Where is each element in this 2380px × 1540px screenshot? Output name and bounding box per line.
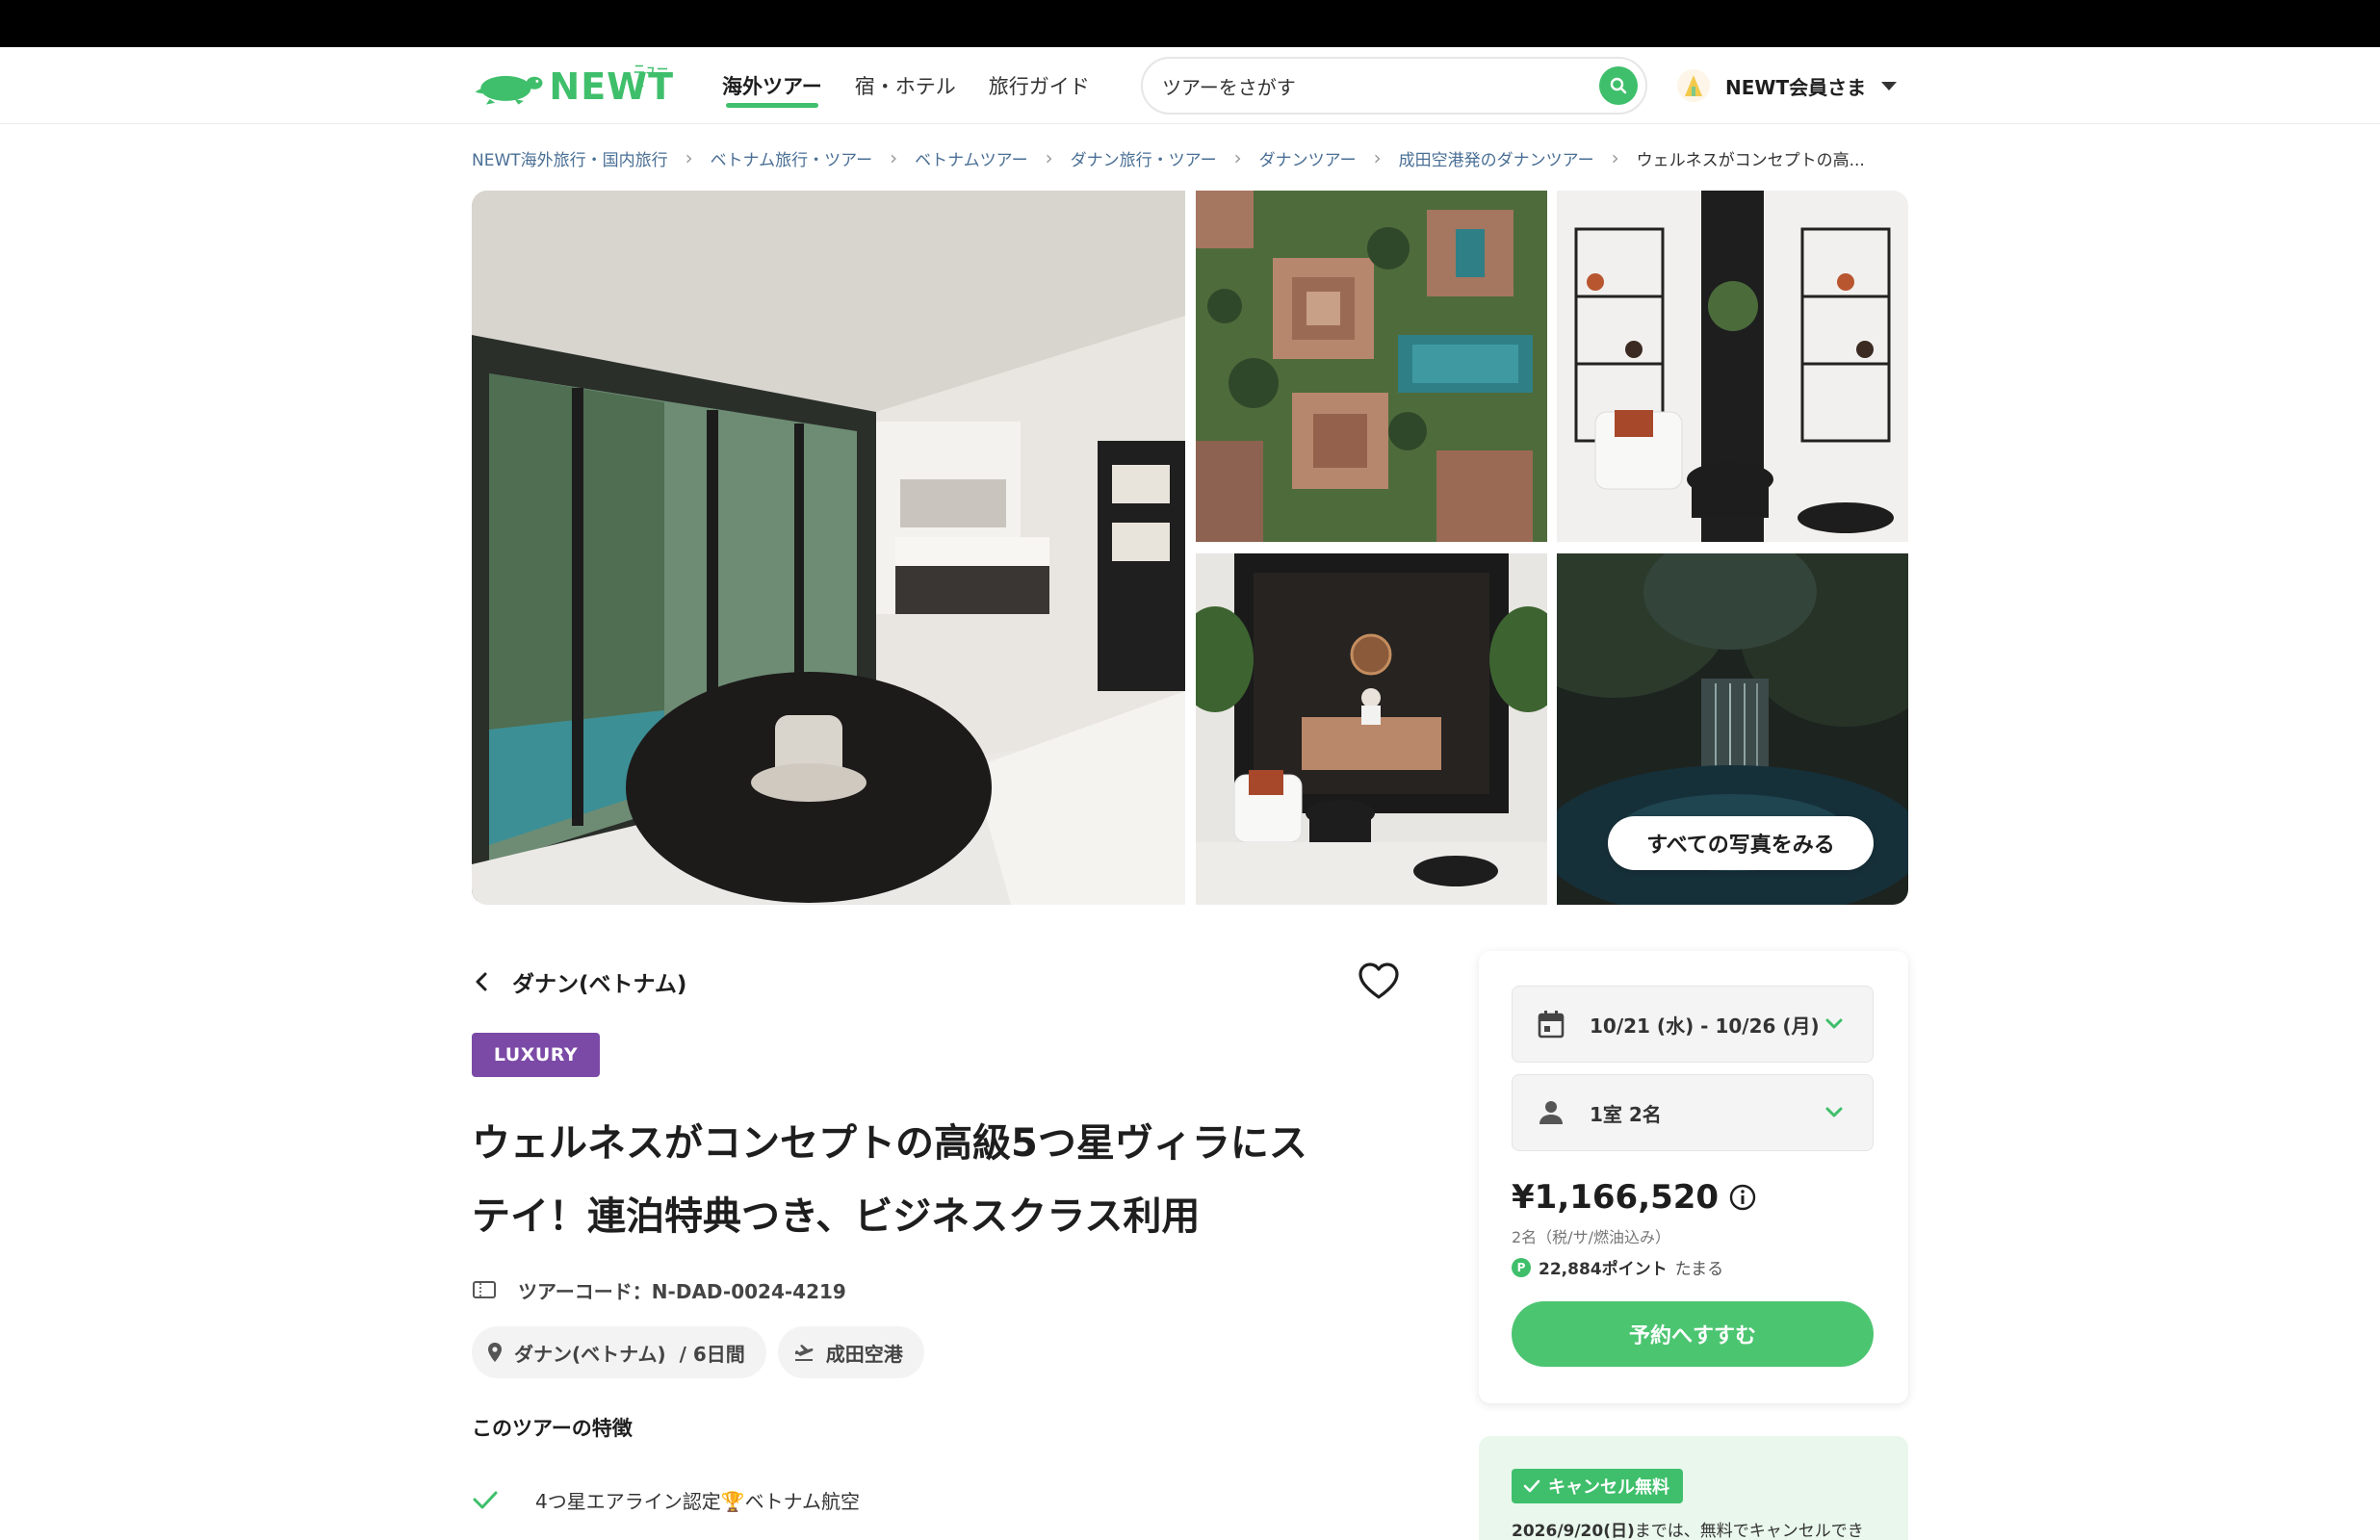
search-input[interactable]: ツアーをさがす	[1141, 57, 1647, 115]
window-top-bar	[0, 0, 2380, 47]
guest-count: 1室 2名	[1590, 1102, 1662, 1126]
date-selector[interactable]: 10/21 (水) - 10/26 (月)	[1512, 986, 1874, 1063]
location-pin-icon	[488, 1343, 502, 1362]
turtle-logo-icon	[475, 75, 543, 105]
villa-bedroom-photo	[472, 191, 1185, 905]
tour-title-line: ウェルネスがコンセプトの高級5つ星ヴィラにス	[472, 1121, 1307, 1166]
caret-down-icon	[1881, 81, 1898, 90]
avatar-icon	[1685, 75, 1702, 96]
price-row: ¥1,166,520	[1512, 1178, 1757, 1217]
price-note: 2名（税/サ/燃油込み）	[1512, 1228, 1670, 1246]
chevron-right-icon: ›	[1045, 146, 1053, 169]
airport-chip-label: 成田空港	[825, 1342, 903, 1366]
nav-overseas-tours[interactable]: 海外ツアー	[722, 47, 822, 124]
main-photo[interactable]	[472, 191, 1185, 905]
points-row: P 22,884ポイント たまる	[1512, 1255, 1723, 1279]
feature-text: 4つ星エアライン認定🏆ベトナム航空	[535, 1489, 861, 1513]
features-heading: このツアーの特徴	[472, 1417, 633, 1440]
main-nav: 海外ツアー 宿・ホテル 旅行ガイド	[722, 47, 1123, 124]
reception-photo[interactable]	[1196, 553, 1547, 905]
guest-selector[interactable]: 1室 2名	[1512, 1074, 1874, 1151]
airplane-takeoff-icon	[794, 1345, 814, 1361]
breadcrumb: NEWT海外旅行・国内旅行 › ベトナム旅行・ツアー › ベトナムツアー › ダ…	[472, 144, 1865, 171]
chevron-right-icon: ›	[890, 146, 898, 169]
logo-ruby: ニュート	[634, 63, 669, 92]
avatar	[1677, 69, 1710, 102]
tour-code: ツアーコード：N-DAD-0024-4219	[472, 1272, 846, 1307]
luxury-badge: LUXURY	[472, 1033, 600, 1077]
free-cancel-box: キャンセル無料 2026/9/20(日)までは、無料でキャンセルでき	[1479, 1436, 1908, 1540]
chevron-left-icon	[476, 972, 487, 991]
chevron-right-icon: ›	[685, 146, 693, 169]
newt-logo[interactable]: NEWT ニュート	[472, 61, 674, 113]
tour-title-line: テイ！連泊特典つき、ビジネスクラス利用	[472, 1194, 1201, 1239]
destination-chip: ダナン(ベトナム) / 6日間	[472, 1326, 766, 1378]
tour-chips: ダナン(ベトナム) / 6日間 成田空港	[472, 1326, 936, 1378]
photo-gallery: すべての写真をみる	[472, 191, 1908, 905]
back-label: ダナン(ベトナム)	[512, 972, 687, 997]
user-menu[interactable]: NEWT会員さま	[1677, 66, 1898, 105]
search-placeholder: ツアーをさがす	[1162, 75, 1296, 99]
cancel-deadline-date: 2026/9/20(日)	[1512, 1522, 1635, 1540]
tour-title: ウェルネスがコンセプトの高級5つ星ヴィラにス テイ！連泊特典つき、ビジネスクラス…	[472, 1107, 1338, 1253]
breadcrumb-link[interactable]: 成田空港発のダナンツアー	[1399, 146, 1594, 170]
aerial-photo[interactable]	[1196, 191, 1547, 542]
destination-chip-label: ダナン(ベトナム) / 6日間	[514, 1342, 745, 1366]
chevron-down-icon	[1825, 1107, 1843, 1117]
chevron-right-icon: ›	[1611, 146, 1619, 169]
reserve-button[interactable]: 予約へすすむ	[1512, 1301, 1874, 1367]
all-photos-button[interactable]: すべての写真をみる	[1608, 816, 1874, 870]
points-suffix: たまる	[1674, 1260, 1724, 1279]
info-icon[interactable]	[1728, 1183, 1757, 1212]
aerial-resort-photo	[1196, 191, 1547, 542]
points-icon: P	[1512, 1257, 1531, 1277]
site-header: NEWT ニュート 海外ツアー 宿・ホテル 旅行ガイド ツアーをさがす NEWT…	[0, 47, 2380, 124]
calendar-icon	[1538, 1011, 1565, 1039]
person-icon	[1539, 1101, 1563, 1124]
nav-hotels[interactable]: 宿・ホテル	[855, 47, 956, 124]
total-price: ¥1,166,520	[1512, 1178, 1720, 1217]
search-icon	[1610, 77, 1627, 94]
back-link[interactable]: ダナン(ベトナム)	[472, 962, 686, 1001]
chevron-right-icon: ›	[1373, 146, 1382, 169]
breadcrumb-link[interactable]: ベトナムツアー	[915, 146, 1027, 170]
breadcrumb-link[interactable]: ダナンツアー	[1259, 146, 1357, 170]
reception-desk-photo	[1196, 553, 1547, 905]
breadcrumb-link[interactable]: ベトナム旅行・ツアー	[711, 146, 872, 170]
date-range: 10/21 (水) - 10/26 (月)	[1590, 1014, 1820, 1038]
chevron-right-icon: ›	[1233, 146, 1242, 169]
cancel-deadline-desc: までは、無料でキャンセルでき	[1634, 1522, 1864, 1540]
user-name: NEWT会員さま	[1725, 75, 1867, 99]
chevron-down-icon	[1825, 1018, 1843, 1029]
check-icon	[1523, 1479, 1540, 1493]
breadcrumb-link[interactable]: ダナン旅行・ツアー	[1071, 146, 1217, 170]
lounge-photo[interactable]	[1557, 191, 1908, 542]
free-cancel-badge: キャンセル無料	[1512, 1469, 1683, 1503]
cancel-deadline-text: 2026/9/20(日)までは、無料でキャンセルでき	[1512, 1517, 1864, 1540]
ticket-icon	[473, 1281, 496, 1298]
nav-travel-guide[interactable]: 旅行ガイド	[989, 47, 1090, 124]
lobby-lounge-photo	[1557, 191, 1908, 542]
breadcrumb-link[interactable]: NEWT海外旅行・国内旅行	[472, 146, 668, 170]
feature-item: 4つ星エアライン認定🏆ベトナム航空	[472, 1482, 860, 1517]
points-value: 22,884ポイント	[1539, 1260, 1668, 1279]
favorite-heart-icon[interactable]	[1358, 961, 1400, 1003]
breadcrumb-current: ウェルネスがコンセプトの高...	[1636, 150, 1865, 170]
free-cancel-label: キャンセル無料	[1548, 1477, 1669, 1498]
check-icon	[473, 1491, 498, 1509]
airport-chip: 成田空港	[777, 1326, 924, 1378]
booking-card: 10/21 (水) - 10/26 (月) 1室 2名 ¥1,166,520 2…	[1479, 951, 1908, 1403]
search-button[interactable]	[1599, 66, 1638, 105]
tour-code-text: ツアーコード：N-DAD-0024-4219	[518, 1279, 846, 1303]
